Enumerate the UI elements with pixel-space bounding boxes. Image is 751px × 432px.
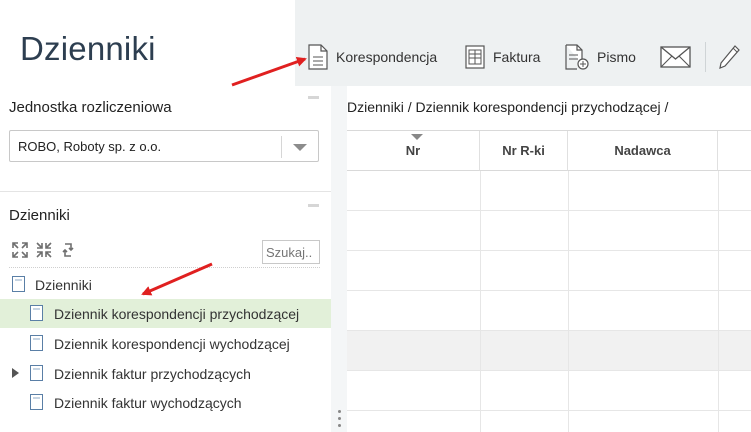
tree-item-incoming-invoices[interactable]: Dziennik faktur przychodzących (0, 359, 331, 388)
column-header-label: Nadawca (614, 143, 671, 158)
unit-section-title: Jednostka rozliczeniowa (9, 99, 172, 116)
tree-item-label: Dziennik korespondencji wychodzącej (54, 336, 290, 352)
table-row[interactable] (347, 171, 751, 211)
column-divider (718, 171, 719, 432)
document-icon (308, 44, 328, 70)
column-header-nr[interactable]: Nr (347, 131, 480, 171)
envelope-icon (660, 46, 691, 68)
table-row[interactable] (347, 331, 751, 371)
letter-label: Pismo (597, 49, 636, 65)
email-button[interactable] (660, 42, 691, 72)
toolbar-separator (705, 42, 706, 72)
collapse-all-icon[interactable] (35, 241, 53, 259)
tree-item-outgoing-invoices[interactable]: Dziennik faktur wychodzących (0, 388, 331, 417)
table-row[interactable] (347, 251, 751, 291)
journal-icon (30, 394, 43, 410)
unit-select-value: ROBO, Roboty sp. z o.o. (18, 139, 162, 154)
breadcrumb: Dzienniki / Dziennik korespondencji przy… (347, 99, 669, 115)
unit-select[interactable]: ROBO, Roboty sp. z o.o. (9, 130, 319, 162)
journals-section-title: Dzienniki (9, 207, 70, 224)
tree-search-input[interactable] (262, 240, 320, 264)
correspondence-label: Korespondencja (336, 49, 438, 65)
search-underline (9, 267, 320, 268)
collapse-right-handle[interactable] (308, 96, 319, 99)
column-header-more (718, 131, 751, 171)
column-header-nr-rki[interactable]: Nr R-ki (480, 131, 568, 171)
section-divider (0, 191, 331, 192)
column-header-label: Nr (405, 143, 421, 158)
sort-desc-icon (411, 134, 423, 140)
new-correspondence-button[interactable]: Korespondencja (308, 42, 437, 72)
splitter-grip-dot (338, 410, 341, 413)
unit-select-separator (281, 136, 282, 158)
splitter-grip-dot (338, 424, 341, 427)
expand-arrow-icon[interactable] (12, 368, 19, 378)
page-title: Dzienniki (20, 30, 156, 67)
column-header-sender[interactable]: Nadawca (568, 131, 718, 171)
pencil-icon (719, 45, 740, 69)
journal-icon (30, 365, 43, 381)
table-row[interactable] (347, 371, 751, 411)
tree-item-label: Dziennik faktur przychodzących (54, 366, 251, 382)
chevron-down-icon[interactable] (293, 144, 307, 151)
journal-icon (30, 335, 43, 351)
splitter-grip-dot (338, 417, 341, 420)
journal-icon (30, 305, 43, 321)
tree-item-dzienniki[interactable]: Dzienniki (0, 270, 331, 299)
collapse-journals-section-handle[interactable] (308, 204, 319, 207)
new-letter-button[interactable]: Pismo (565, 42, 636, 72)
column-divider (480, 171, 481, 432)
invoice-label: Faktura (493, 49, 541, 65)
journal-table: Nr Nr R-ki Nadawca (347, 130, 751, 432)
table-row[interactable] (347, 211, 751, 251)
column-header-label: Nr R-ki (502, 143, 545, 158)
tree-item-outgoing-correspondence[interactable]: Dziennik korespondencji wychodzącej (0, 329, 331, 358)
journal-icon (12, 276, 25, 292)
column-divider (568, 171, 569, 432)
edit-button[interactable] (718, 42, 740, 72)
main-content: Dzienniki / Dziennik korespondencji przy… (347, 86, 751, 432)
table-row[interactable] (347, 291, 751, 331)
invoice-icon (465, 45, 485, 69)
tree-tools (11, 241, 77, 259)
new-invoice-button[interactable]: Faktura (465, 42, 540, 72)
left-panel: Dzienniki Jednostka rozliczeniowa ROBO, … (0, 0, 331, 432)
expand-all-icon[interactable] (11, 241, 29, 259)
tree-item-incoming-correspondence[interactable]: Dziennik korespondencji przychodzącej (0, 299, 331, 328)
document-add-icon (565, 44, 589, 70)
refresh-icon[interactable] (59, 241, 77, 259)
top-toolbar: Korespondencja Faktura Pismo (295, 0, 751, 86)
tree-item-label: Dziennik korespondencji przychodzącej (54, 306, 300, 322)
tree-item-label: Dziennik faktur wychodzących (54, 395, 242, 411)
tree-item-label: Dzienniki (35, 277, 92, 293)
